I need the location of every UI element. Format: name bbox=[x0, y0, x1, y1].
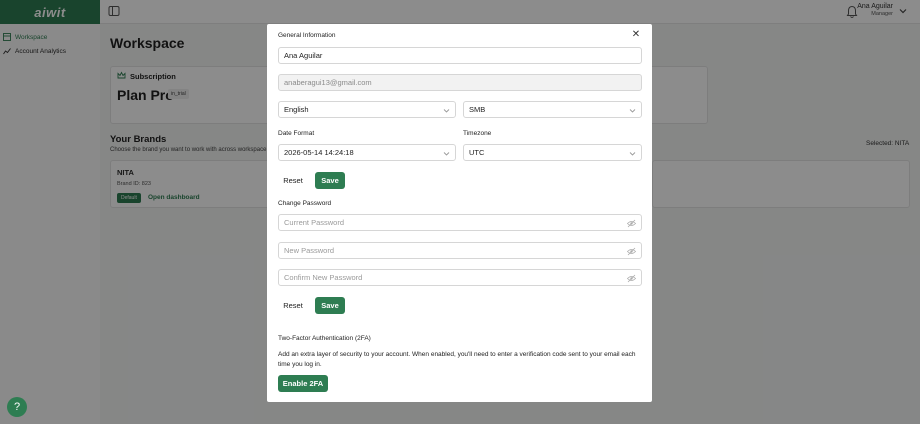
password-reset-button[interactable]: Reset bbox=[278, 297, 308, 314]
timezone-value: UTC bbox=[469, 148, 485, 157]
current-password-field[interactable]: Current Password bbox=[278, 214, 642, 231]
app-root: aiwit Ana Aguilar Manager Workspace Acco… bbox=[0, 0, 920, 424]
email-field: anaberagui13@gmail.com bbox=[278, 74, 642, 91]
confirm-password-field[interactable]: Confirm New Password bbox=[278, 269, 642, 286]
tfa-heading: Two-Factor Authentication (2FA) bbox=[278, 335, 371, 342]
general-info-heading: General Information bbox=[278, 32, 336, 39]
current-password-placeholder: Current Password bbox=[284, 218, 345, 227]
question-icon: ? bbox=[13, 401, 21, 413]
date-format-value: 2026-05-14 14:24:18 bbox=[284, 148, 354, 157]
help-button[interactable]: ? bbox=[7, 397, 27, 417]
company-size-select[interactable]: SMB bbox=[463, 101, 642, 118]
eye-off-icon[interactable] bbox=[627, 219, 636, 228]
enable-2fa-button[interactable]: Enable 2FA bbox=[278, 375, 328, 392]
general-save-button[interactable]: Save bbox=[315, 172, 345, 189]
chevron-down-icon bbox=[629, 152, 636, 156]
eye-off-icon[interactable] bbox=[627, 247, 636, 256]
chevron-down-icon bbox=[443, 152, 450, 156]
email-value: anaberagui13@gmail.com bbox=[284, 78, 372, 87]
company-size-value: SMB bbox=[469, 105, 486, 114]
language-select[interactable]: English bbox=[278, 101, 456, 118]
name-value: Ana Aguilar bbox=[284, 51, 323, 60]
date-format-label: Date Format bbox=[278, 130, 315, 137]
date-format-select[interactable]: 2026-05-14 14:24:18 bbox=[278, 144, 456, 161]
tfa-description: Add an extra layer of security to your a… bbox=[278, 351, 636, 368]
close-icon[interactable]: ✕ bbox=[631, 30, 641, 40]
name-field[interactable]: Ana Aguilar bbox=[278, 47, 642, 64]
chevron-down-icon bbox=[443, 109, 450, 113]
password-save-button[interactable]: Save bbox=[315, 297, 345, 314]
timezone-label: Timezone bbox=[463, 130, 492, 137]
new-password-field[interactable]: New Password bbox=[278, 242, 642, 259]
general-reset-button[interactable]: Reset bbox=[278, 172, 308, 189]
change-password-heading: Change Password bbox=[278, 200, 332, 207]
timezone-select[interactable]: UTC bbox=[463, 144, 642, 161]
chevron-down-icon bbox=[629, 109, 636, 113]
confirm-password-placeholder: Confirm New Password bbox=[284, 273, 363, 282]
language-value: English bbox=[284, 105, 309, 114]
eye-off-icon[interactable] bbox=[627, 274, 636, 283]
new-password-placeholder: New Password bbox=[284, 246, 335, 255]
